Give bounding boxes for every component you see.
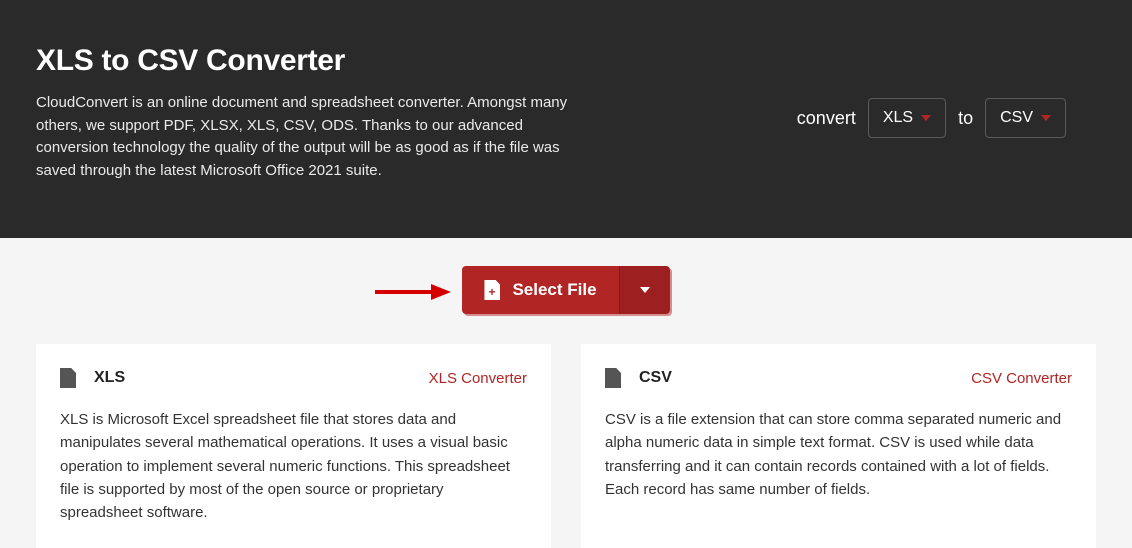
page-description: CloudConvert is an online document and s… bbox=[36, 92, 596, 182]
chevron-down-icon bbox=[1041, 115, 1051, 121]
chevron-down-icon bbox=[640, 287, 650, 293]
to-label: to bbox=[958, 108, 973, 129]
format-card-csv: CSV CSV Converter CSV is a file extensio… bbox=[581, 344, 1096, 548]
from-format-value: XLS bbox=[883, 109, 913, 127]
hero-left: XLS to CSV Converter CloudConvert is an … bbox=[36, 44, 596, 182]
from-format-select[interactable]: XLS bbox=[868, 98, 946, 138]
convert-label: convert bbox=[797, 108, 856, 129]
chevron-down-icon bbox=[921, 115, 931, 121]
card-body: CSV is a file extension that can store c… bbox=[605, 408, 1072, 501]
xls-converter-link[interactable]: XLS Converter bbox=[429, 370, 527, 387]
csv-converter-link[interactable]: CSV Converter bbox=[971, 370, 1072, 387]
select-row: Select File bbox=[0, 238, 1132, 344]
select-file-button[interactable]: Select File bbox=[462, 266, 618, 314]
select-file-label: Select File bbox=[512, 280, 596, 300]
card-header: CSV CSV Converter bbox=[605, 368, 1072, 388]
format-card-xls: XLS XLS Converter XLS is Microsoft Excel… bbox=[36, 344, 551, 548]
card-title-wrap: CSV bbox=[605, 368, 672, 388]
to-format-select[interactable]: CSV bbox=[985, 98, 1066, 138]
file-icon bbox=[605, 368, 621, 388]
card-header: XLS XLS Converter bbox=[60, 368, 527, 388]
file-add-icon bbox=[484, 280, 500, 300]
card-body: XLS is Microsoft Excel spreadsheet file … bbox=[60, 408, 527, 524]
annotation-arrow bbox=[373, 282, 453, 302]
card-format-label: CSV bbox=[639, 369, 672, 387]
hero-section: XLS to CSV Converter CloudConvert is an … bbox=[0, 0, 1132, 238]
select-file-dropdown-button[interactable] bbox=[619, 266, 670, 314]
card-title-wrap: XLS bbox=[60, 368, 125, 388]
convert-controls: convert XLS to CSV bbox=[797, 98, 1066, 138]
to-format-value: CSV bbox=[1000, 109, 1033, 127]
page-title: XLS to CSV Converter bbox=[36, 44, 596, 78]
file-icon bbox=[60, 368, 76, 388]
format-cards: XLS XLS Converter XLS is Microsoft Excel… bbox=[0, 344, 1132, 548]
card-format-label: XLS bbox=[94, 369, 125, 387]
select-file-group: Select File bbox=[462, 266, 669, 314]
